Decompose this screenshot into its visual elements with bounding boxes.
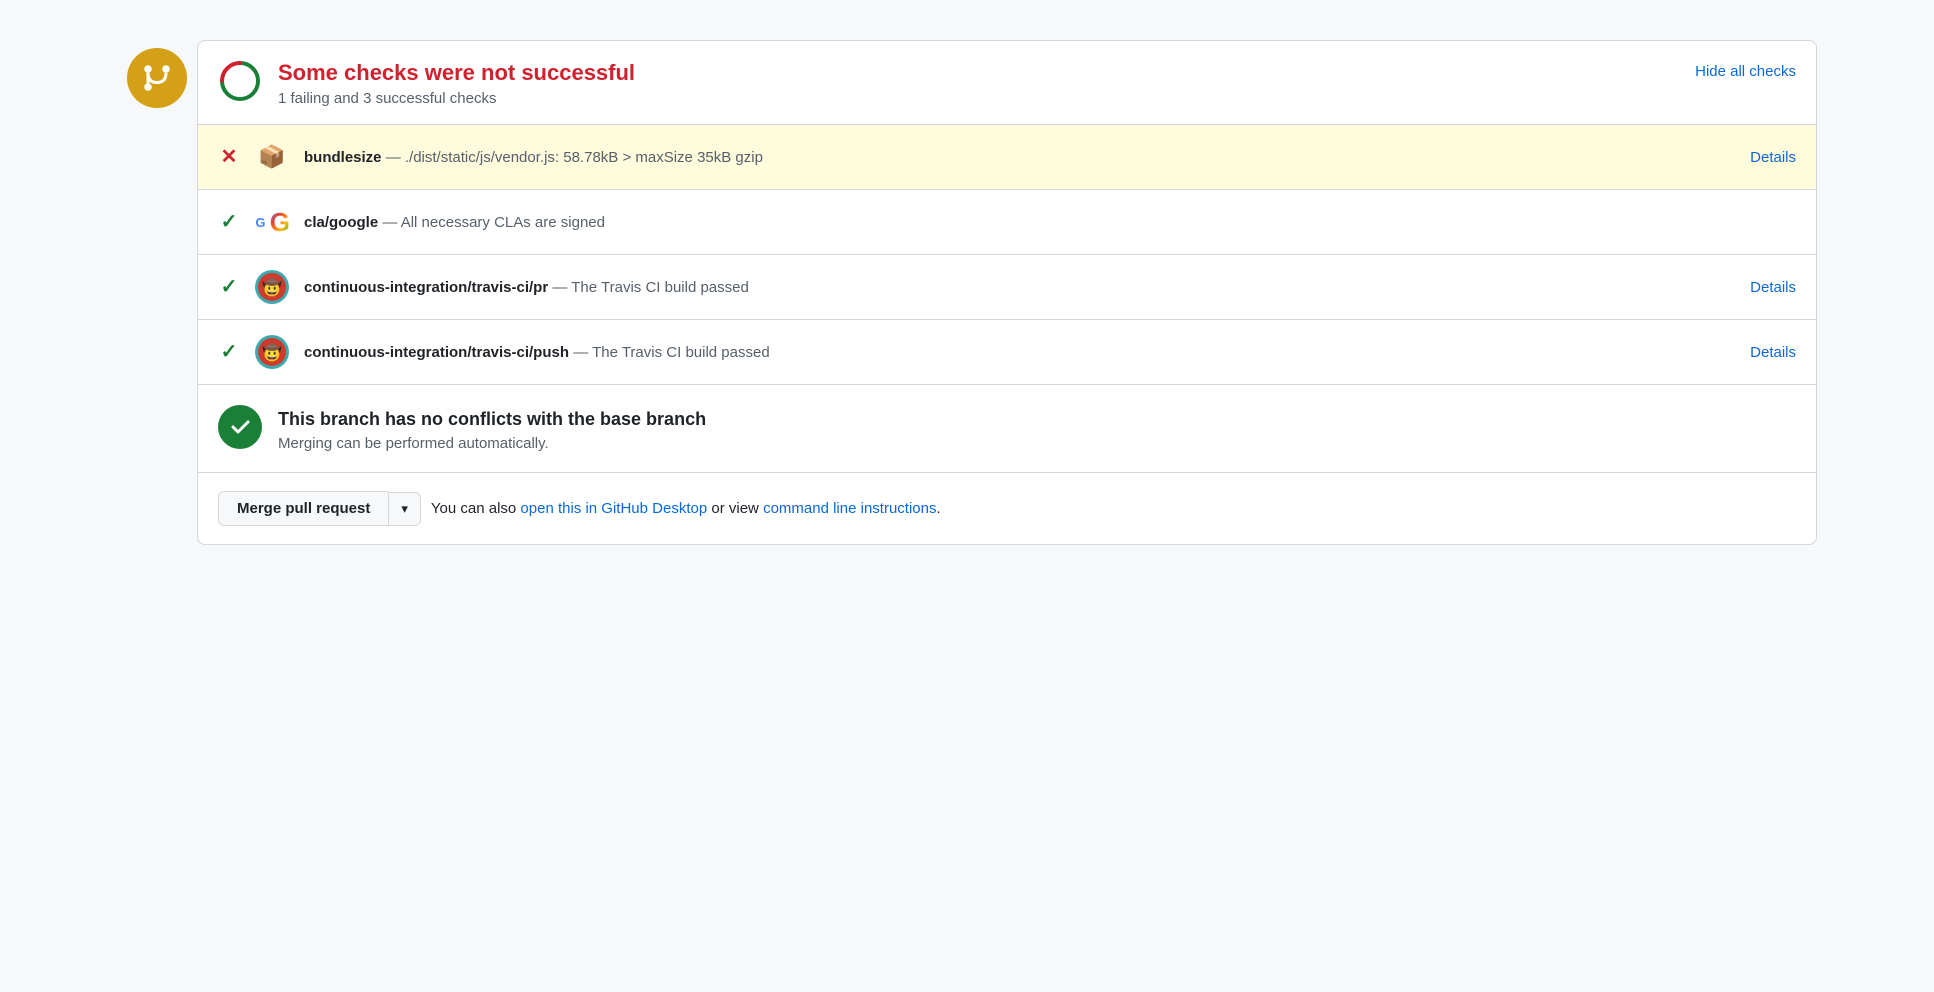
checkmark-icon [228, 415, 252, 439]
check-status-failing-icon: ✕ [218, 147, 240, 167]
merge-note-suffix: . [936, 500, 940, 517]
cla-google-check-text: cla/google — All necessary CLAs are sign… [304, 214, 1796, 231]
no-conflict-section: This branch has no conflicts with the ba… [198, 385, 1816, 473]
no-conflict-subtitle: Merging can be performed automatically. [278, 435, 706, 452]
merge-icon-column [117, 40, 197, 108]
travis-push-check-text: continuous-integration/travis-ci/push — … [304, 344, 1736, 361]
checks-title: Some checks were not successful [278, 60, 635, 86]
merge-note: You can also open this in GitHub Desktop… [431, 500, 941, 517]
checks-status-spinner [218, 59, 262, 108]
merge-section: Merge pull request ▾ You can also open t… [198, 473, 1816, 544]
git-merge-icon [139, 60, 175, 96]
cla-google-desc: — All necessary CLAs are signed [382, 214, 605, 231]
merge-note-middle: or view [707, 500, 763, 517]
svg-text:G: G [255, 215, 265, 230]
travis-pr-check-text: continuous-integration/travis-ci/pr — Th… [304, 279, 1736, 296]
checks-header-left: Some checks were not successful 1 failin… [218, 59, 635, 108]
travis-push-details-link[interactable]: Details [1750, 344, 1796, 361]
checks-subtitle: 1 failing and 3 successful checks [278, 90, 635, 107]
travis-push-desc: — The Travis CI build passed [573, 344, 769, 361]
check-status-passing-icon-travis-push: ✓ [218, 342, 240, 362]
travis-icon-pr: 🤠 [254, 269, 290, 305]
check-status-passing-icon-travis-pr: ✓ [218, 277, 240, 297]
no-conflict-title: This branch has no conflicts with the ba… [278, 409, 706, 430]
travis-pr-name: continuous-integration/travis-ci/pr [304, 279, 548, 296]
bundlesize-icon: 📦 [254, 139, 290, 175]
hide-all-checks-button[interactable]: Hide all checks [1695, 59, 1796, 80]
travis-pr-details-link[interactable]: Details [1750, 279, 1796, 296]
bundlesize-details-link[interactable]: Details [1750, 149, 1796, 166]
merge-button-group: Merge pull request ▾ [218, 491, 421, 526]
bundlesize-check-text: bundlesize — ./dist/static/js/vendor.js:… [304, 149, 1736, 166]
svg-text:🤠: 🤠 [262, 278, 282, 297]
bundlesize-desc: — ./dist/static/js/vendor.js: 58.78kB > … [386, 149, 763, 166]
main-panel: Some checks were not successful 1 failin… [197, 40, 1817, 545]
green-check-circle [218, 405, 262, 449]
svg-text:🤠: 🤠 [262, 343, 282, 362]
check-row-cla-google: ✓ G G cla/google — All necessary CLAs ar… [198, 190, 1816, 255]
merge-pull-request-button[interactable]: Merge pull request [218, 491, 388, 526]
open-desktop-link[interactable]: open this in GitHub Desktop [520, 500, 707, 517]
no-conflict-text-group: This branch has no conflicts with the ba… [278, 405, 706, 452]
travis-push-name: continuous-integration/travis-ci/push [304, 344, 569, 361]
pr-merge-section: Some checks were not successful 1 failin… [117, 40, 1817, 545]
check-row-travis-pr: ✓ 🤠 continuous-integration/travis-ci/pr … [198, 255, 1816, 320]
merge-icon-badge [127, 48, 187, 108]
check-row-bundlesize: ✕ 📦 bundlesize — ./dist/static/js/vendor… [198, 125, 1816, 190]
google-icon: G G [254, 204, 290, 240]
bundlesize-name: bundlesize [304, 149, 382, 166]
chevron-down-icon: ▾ [401, 501, 408, 517]
checks-title-group: Some checks were not successful 1 failin… [278, 60, 635, 107]
cla-google-name: cla/google [304, 214, 378, 231]
travis-icon-push: 🤠 [254, 334, 290, 370]
command-line-link[interactable]: command line instructions [763, 500, 936, 517]
merge-note-prefix: You can also [431, 500, 521, 517]
merge-dropdown-button[interactable]: ▾ [388, 492, 421, 526]
check-row-travis-push: ✓ 🤠 continuous-integration/travis-ci/pus… [198, 320, 1816, 385]
check-status-passing-icon-google: ✓ [218, 212, 240, 232]
checks-header: Some checks were not successful 1 failin… [198, 41, 1816, 125]
travis-pr-desc: — The Travis CI build passed [552, 279, 748, 296]
